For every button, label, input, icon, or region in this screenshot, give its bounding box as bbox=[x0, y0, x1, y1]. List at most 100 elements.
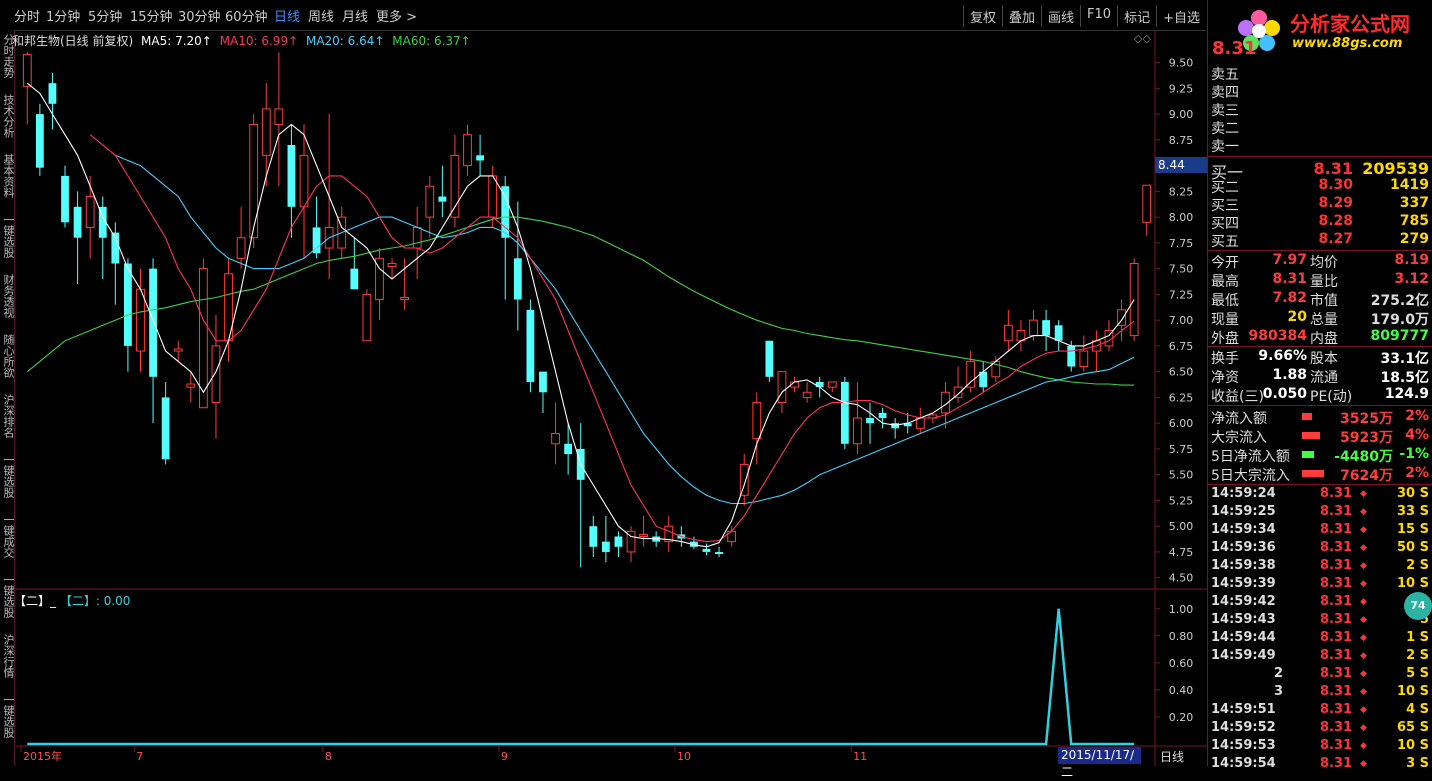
candle bbox=[979, 361, 988, 393]
tick-row: 14:59:53 8.31 ◆ 10 S bbox=[1208, 738, 1432, 756]
corner-diamond-icon[interactable]: ◇◇ bbox=[1134, 32, 1151, 45]
y-tick-label: 5.25 bbox=[1169, 494, 1194, 507]
candle-body bbox=[249, 123, 259, 239]
x-tick-label: 10 bbox=[677, 750, 691, 763]
y-tick-label: 8.25 bbox=[1169, 185, 1194, 198]
ind-y-tick-label: 1.00 bbox=[1169, 603, 1194, 616]
tick-row: 14:59:34 8.31 ◆ 15 S bbox=[1208, 522, 1432, 540]
tick-price: 8.31 bbox=[1320, 522, 1353, 537]
stat-label: 总量 bbox=[1310, 312, 1338, 328]
stat-label: 均价 bbox=[1310, 255, 1338, 271]
float-bubble[interactable]: 74 bbox=[1404, 592, 1432, 620]
candle bbox=[224, 258, 233, 362]
candle-body bbox=[287, 145, 296, 207]
tick-volume: 10 S bbox=[1397, 576, 1429, 591]
y-tick-label: 6.50 bbox=[1169, 366, 1194, 379]
bid-row-3: 买三 8.29 337 bbox=[1208, 195, 1432, 214]
period-label: 日线 bbox=[1160, 750, 1185, 764]
candle-body bbox=[752, 402, 762, 440]
candle bbox=[463, 124, 472, 176]
candle bbox=[438, 165, 447, 218]
kline-chart[interactable]: ◇◇9.509.259.008.758.508.258.007.757.507.… bbox=[0, 0, 1207, 766]
ma10-label: MA10: 6.99↑ bbox=[219, 34, 299, 48]
candle bbox=[966, 351, 976, 393]
bid-label: 买二 bbox=[1211, 180, 1239, 196]
tick-price: 8.31 bbox=[1320, 576, 1353, 591]
tick-time: 3 bbox=[1274, 684, 1284, 699]
stat-label: 收益(三) bbox=[1211, 389, 1264, 405]
candle-body bbox=[387, 262, 397, 268]
candle bbox=[827, 381, 837, 393]
bid-row-2: 买二 8.30 1419 bbox=[1208, 177, 1432, 196]
bid-volume: 337 bbox=[1399, 195, 1429, 211]
tick-time: 14:59:38 bbox=[1211, 558, 1276, 573]
indicator-value: 【二】: 0.00 bbox=[59, 594, 131, 608]
candle bbox=[161, 381, 170, 465]
candle-body bbox=[73, 206, 82, 238]
tick-price: 8.31 bbox=[1320, 648, 1353, 663]
tick-price: 8.31 bbox=[1320, 702, 1353, 717]
candle-body bbox=[1079, 350, 1089, 368]
ma20-label: MA20: 6.64↑ bbox=[305, 34, 385, 48]
candle bbox=[312, 196, 321, 259]
tick-row: 14:59:39 8.31 ◆ 10 S bbox=[1208, 576, 1432, 594]
flow-value: 7624万 bbox=[1340, 468, 1393, 484]
candle bbox=[690, 536, 698, 549]
y-tick-label: 8.00 bbox=[1169, 211, 1194, 224]
stat-value: 1.88 bbox=[1272, 367, 1307, 383]
candle-body bbox=[173, 348, 183, 352]
candle-body bbox=[362, 293, 372, 342]
candle-body bbox=[186, 383, 196, 388]
candle-body bbox=[539, 371, 547, 393]
stat-row-4: 外盘 980384 内盘 809777 bbox=[1208, 328, 1432, 347]
tick-volume: 2 S bbox=[1406, 558, 1429, 573]
x-tick-label: 11 bbox=[853, 750, 867, 763]
stat-value: 33.1亿 bbox=[1380, 351, 1429, 367]
flow-row-2: 5日净流入额 -4480万 -1% bbox=[1208, 446, 1432, 465]
x-tick-label: 7 bbox=[136, 750, 143, 763]
candle bbox=[1092, 330, 1101, 372]
flow-pct: 4% bbox=[1405, 427, 1429, 443]
candle bbox=[425, 175, 435, 238]
candle bbox=[589, 515, 598, 558]
y-tick-label: 5.00 bbox=[1169, 520, 1194, 533]
stat-value: 7.82 bbox=[1272, 290, 1307, 306]
candle-body bbox=[400, 296, 410, 301]
candle bbox=[274, 52, 284, 187]
stat-label: 最低 bbox=[1211, 293, 1239, 309]
tick-up-icon: ◆ bbox=[1360, 579, 1367, 589]
candle-body bbox=[312, 227, 321, 254]
candle bbox=[614, 531, 623, 558]
x-tick-label: 8 bbox=[325, 750, 332, 763]
stat-label: 量比 bbox=[1310, 274, 1338, 290]
candle-body bbox=[22, 53, 32, 87]
candle bbox=[73, 191, 82, 285]
x-tick-label: 2015年 bbox=[23, 749, 62, 763]
stat-value: 275.2亿 bbox=[1370, 293, 1429, 309]
tick-row: 14:59:49 8.31 ◆ 2 S bbox=[1208, 648, 1432, 666]
bid-price: 8.31 bbox=[1313, 159, 1353, 178]
stat-value: 980384 bbox=[1248, 328, 1307, 344]
bid-row-5: 买五 8.27 279 bbox=[1208, 231, 1432, 250]
stat-value: 8.31 bbox=[1272, 271, 1307, 287]
tick-time: 14:59:53 bbox=[1211, 738, 1276, 753]
tick-volume: 5 S bbox=[1406, 666, 1429, 681]
tick-row: 14:59:43 8.31 ◆ 5 bbox=[1208, 612, 1432, 630]
candle-body bbox=[124, 263, 132, 346]
tick-time: 14:59:39 bbox=[1211, 576, 1276, 591]
stat-value: 9.66% bbox=[1258, 348, 1307, 364]
flow-bar bbox=[1302, 413, 1312, 420]
candle bbox=[727, 526, 737, 547]
stat-label: 现量 bbox=[1211, 312, 1239, 328]
candle-body bbox=[526, 309, 535, 382]
candle-body bbox=[815, 381, 824, 388]
candle bbox=[891, 418, 900, 439]
tick-up-icon: ◆ bbox=[1360, 741, 1367, 751]
flow-bar bbox=[1302, 470, 1324, 477]
flow-value: -4480万 bbox=[1334, 449, 1393, 465]
tick-up-icon: ◆ bbox=[1360, 759, 1367, 769]
bid-label: 买四 bbox=[1211, 216, 1239, 232]
candle-body bbox=[425, 185, 435, 218]
tick-volume: 3 S bbox=[1406, 756, 1429, 771]
bid-volume: 1419 bbox=[1390, 177, 1429, 193]
